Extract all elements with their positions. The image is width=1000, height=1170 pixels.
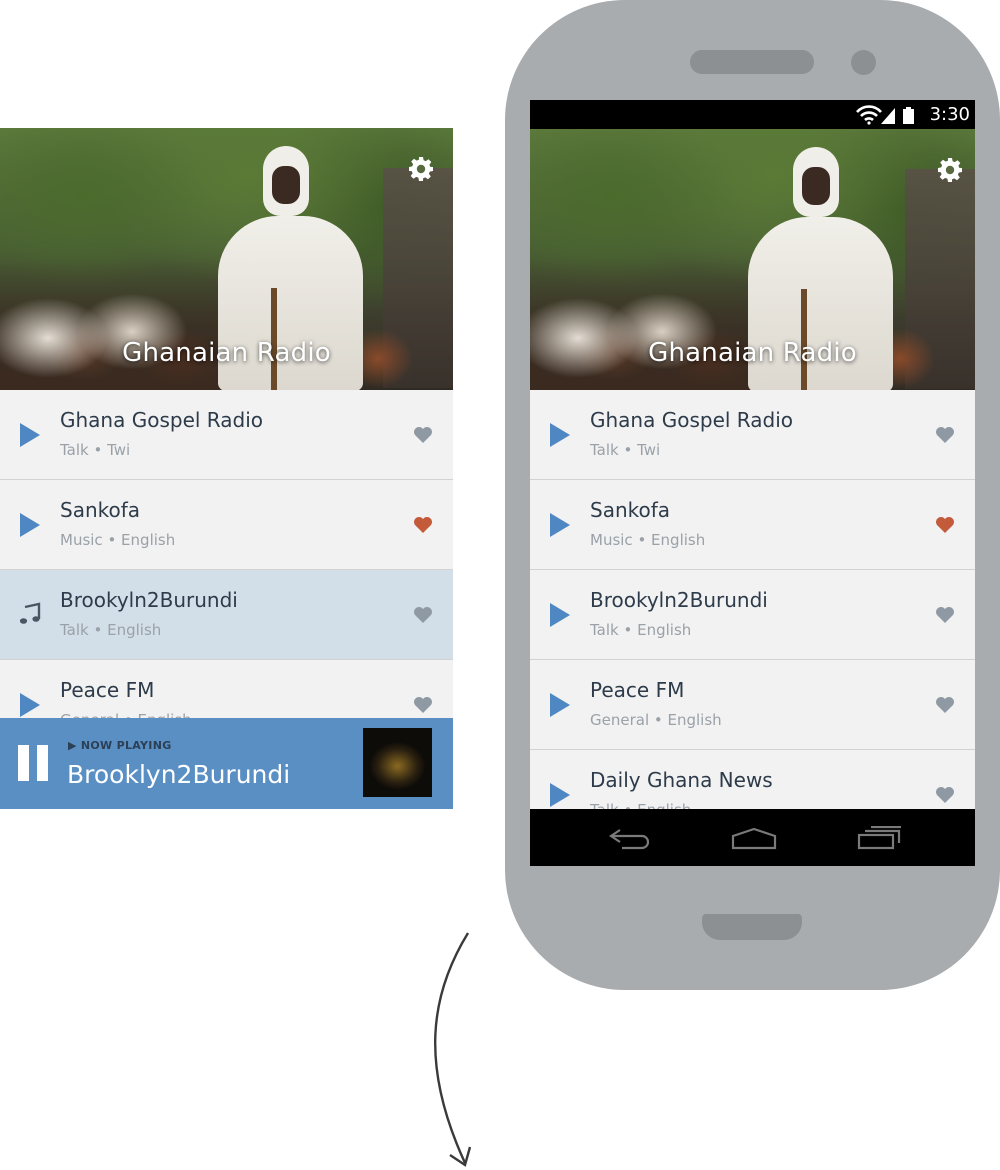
status-icons [856,105,914,125]
gear-icon[interactable] [408,156,434,182]
heart-icon[interactable] [413,426,433,444]
station-meta: Talk • Twi [60,441,131,459]
heart-icon[interactable] [935,426,955,444]
station-row[interactable]: Ghana Gospel Radio Talk • Twi [530,390,975,480]
station-name: Brookyln2Burundi [60,588,238,612]
station-row-playing[interactable]: Brookyln2Burundi Talk • English [0,570,453,660]
heart-icon-favorited[interactable] [935,516,955,534]
station-row[interactable]: Sankofa Music • English [0,480,453,570]
pause-button[interactable] [18,745,50,781]
station-name: Ghana Gospel Radio [590,408,793,432]
station-name: Sankofa [590,498,671,522]
station-meta: Talk • English [590,621,692,639]
phone-speaker [690,50,814,74]
header-image: Ghanaian Radio [0,128,453,390]
music-note-icon [19,602,41,624]
station-list: Ghana Gospel Radio Talk • Twi Sankofa Mu… [530,390,975,809]
heart-icon-favorited[interactable] [413,516,433,534]
curved-arrow-icon [434,932,472,1167]
play-icon[interactable] [548,692,572,718]
now-playing-label: ▶ NOW PLAYING [68,739,172,752]
app-title: Ghanaian Radio [648,338,857,368]
station-name: Sankofa [60,498,141,522]
heart-icon[interactable] [935,606,955,624]
station-name: Brookyln2Burundi [590,588,768,612]
play-icon[interactable] [18,422,42,448]
signal-icon [881,108,895,124]
station-meta: Music • English [590,531,706,549]
pause-icon [18,745,29,781]
battery-icon [903,109,914,124]
phone-home-button[interactable] [702,914,802,940]
station-name: Ghana Gospel Radio [60,408,263,432]
status-time: 3:30 [929,104,970,125]
album-art [363,728,432,797]
station-name: Daily Ghana News [590,768,773,792]
station-row[interactable]: Brookyln2Burundi Talk • English [530,570,975,660]
recent-apps-icon[interactable] [857,826,903,850]
station-meta: Talk • Twi [590,441,661,459]
station-meta: Music • English [60,531,176,549]
header-image: Ghanaian Radio [530,129,975,390]
now-playing-title: Brooklyn2Burundi [67,760,291,789]
play-icon[interactable] [18,512,42,538]
station-row[interactable]: Ghana Gospel Radio Talk • Twi [0,390,453,480]
heart-icon[interactable] [935,786,955,804]
play-icon[interactable] [548,602,572,628]
play-icon[interactable] [548,512,572,538]
phone-camera [851,50,876,75]
app-screen-phone: 3:30 Ghanaian Radio Ghana Gospel Radio T… [530,100,975,866]
heart-icon[interactable] [413,696,433,714]
station-meta: Talk • English [590,801,691,809]
home-icon[interactable] [731,826,777,850]
heart-icon[interactable] [413,606,433,624]
app-screen-left: Ghanaian Radio Ghana Gospel Radio Talk •… [0,128,453,809]
station-meta: Talk • English [60,621,162,639]
play-icon[interactable] [548,782,572,808]
now-playing-bar[interactable]: ▶ NOW PLAYING Brooklyn2Burundi [0,718,453,809]
back-icon[interactable] [608,826,652,850]
heart-icon[interactable] [935,696,955,714]
station-name: Peace FM [60,678,155,702]
android-nav-bar [530,809,975,866]
gear-icon[interactable] [937,157,963,183]
status-bar: 3:30 [530,100,975,129]
station-row[interactable]: Sankofa Music • English [530,480,975,570]
wifi-icon [856,105,882,125]
station-row[interactable]: Daily Ghana News Talk • English [530,750,975,809]
station-name: Peace FM [590,678,685,702]
station-row[interactable]: Peace FM General • English [530,660,975,750]
app-title: Ghanaian Radio [122,338,331,368]
play-icon[interactable] [18,692,42,718]
station-meta: General • English [590,711,722,729]
play-icon[interactable] [548,422,572,448]
